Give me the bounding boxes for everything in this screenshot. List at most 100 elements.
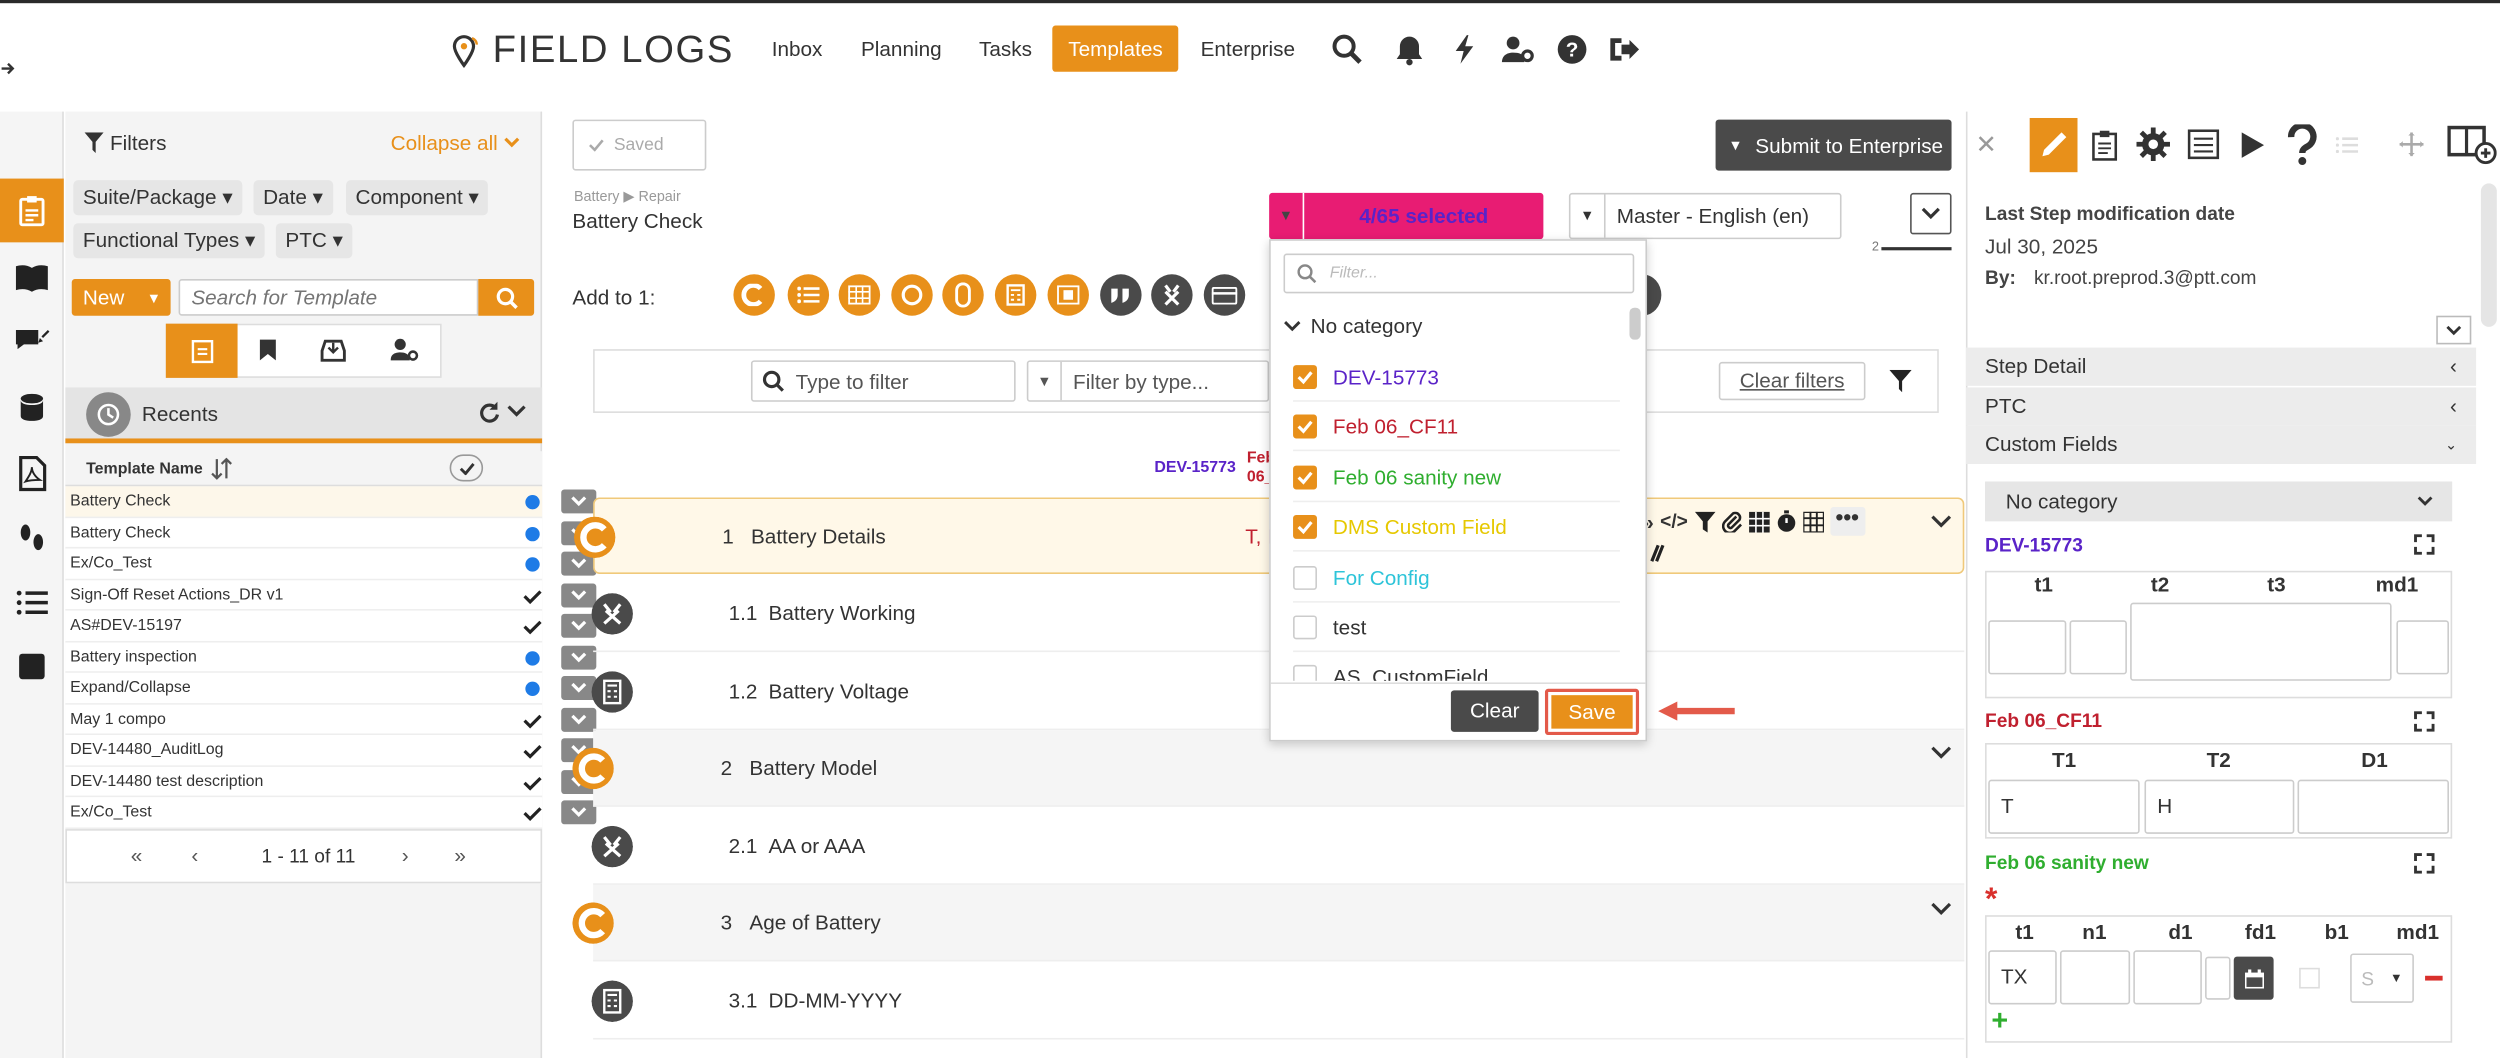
rail-book-icon[interactable] [13,258,51,296]
tab-templates[interactable] [165,323,238,378]
cf-sanity-d1-input[interactable] [2133,950,2202,1005]
question-icon[interactable] [2286,124,2318,166]
cf-sanity-b1-checkbox[interactable] [2299,967,2320,989]
search-icon[interactable] [1330,32,1365,67]
table-chip-icon[interactable] [838,274,881,316]
next-page-button[interactable]: › [402,843,409,867]
lightning-icon[interactable] [1448,32,1483,67]
row-menu-button[interactable] [561,489,597,514]
right-scrollbar[interactable] [2480,183,2497,327]
table-row[interactable]: Sign-Off Reset Actions_DR v1 [65,579,597,611]
first-page-button[interactable]: « [131,843,143,867]
tab-edit[interactable] [2029,117,2078,173]
step-row[interactable]: 3 Age of Battery [572,884,1965,962]
row-menu-button[interactable] [561,644,597,669]
submit-enterprise-button[interactable]: ▼ Submit to Enterprise [1715,119,1952,171]
expand-header-button[interactable] [1910,192,1952,235]
type-select[interactable]: ▼ Filter by type... [1026,360,1270,402]
cf-sanity-n1-input[interactable] [2059,950,2131,1005]
option-dev-15773[interactable]: DEV-15773 [1293,352,1620,402]
nav-inbox[interactable]: Inbox [756,26,839,72]
checkbox[interactable] [1293,465,1317,490]
section-step-detail[interactable]: Step Detail ‹ [1965,347,2477,386]
rail-square-icon[interactable] [13,647,51,685]
table-row[interactable]: May 1 compo [65,703,597,736]
nav-enterprise[interactable]: Enterprise [1185,26,1311,72]
nav-tasks[interactable]: Tasks [963,26,1048,72]
add-row-icon[interactable]: + [1991,1004,2008,1037]
cf-dev-t1-input[interactable] [1988,620,2067,675]
app-logo[interactable]: FIELD LOGS [451,29,734,74]
code-icon[interactable]: </> [1660,510,1688,532]
logout-icon[interactable] [1606,32,1641,67]
paperclip-icon[interactable] [1721,511,1742,532]
table-row[interactable]: Ex/Co_Test [65,548,597,580]
media-chip-icon[interactable] [1047,274,1089,316]
option-feb-06-sanity-new[interactable]: Feb 06 sanity new [1293,452,1620,502]
cf-feb-d1-input[interactable] [2297,779,2449,834]
user-cog-icon[interactable] [390,338,420,362]
section-custom-fields[interactable]: Custom Fields ⌄ [1965,425,2477,464]
save-button[interactable]: Save [1551,695,1633,729]
grid-icon[interactable] [1748,511,1770,532]
calc-chip-icon[interactable] [994,274,1037,316]
dropdown-filter-input[interactable]: Filter... [1283,253,1635,294]
table-row[interactable]: Ex/Co_Test [65,797,597,829]
cf-dev-t2-input[interactable] [2069,620,2127,675]
crumb-battery[interactable]: Battery [574,188,619,204]
recents-header[interactable] [65,387,543,444]
cf-sanity-t1-input[interactable]: TX [1988,950,2057,1005]
table-row[interactable]: AS#DEV-15197 [65,610,597,642]
table-row[interactable]: Battery inspection [65,641,597,673]
checklist-icon[interactable] [2187,129,2220,160]
collapse-all-link[interactable]: Collapse all [391,131,520,155]
panel-add-icon[interactable] [2447,124,2497,165]
rail-footsteps-icon[interactable] [13,520,51,558]
gear-icon[interactable] [2136,127,2170,162]
group-chip-icon[interactable] [733,274,775,316]
functional-types-filter[interactable]: Functional Types ▾ [73,223,265,259]
collapse-meta-button[interactable] [2436,315,2472,345]
step-row[interactable]: 2 Battery Model [572,730,1965,807]
cf-dev-t3-textarea[interactable] [2130,602,2392,681]
checkbox[interactable] [1293,415,1317,440]
rail-comments-icon[interactable] [13,324,51,362]
row-menu-button[interactable] [561,582,597,607]
checkbox[interactable] [1293,515,1317,540]
circle-chip-icon[interactable] [891,274,933,316]
step-row[interactable]: 2.1 AA or AAA [591,808,1965,885]
category-header[interactable]: No category [1283,314,1422,338]
close-icon[interactable]: ✕ [1975,129,1996,161]
ptc-filter[interactable]: PTC ▾ [275,223,353,259]
more-icon[interactable]: ••• [1829,505,1865,536]
rail-list-icon[interactable] [13,584,51,622]
cf-sanity-fd1-input[interactable] [2205,956,2231,1000]
calendar-button[interactable] [2233,956,2274,1000]
option-dms-custom-field[interactable]: DMS Custom Field [1293,503,1620,552]
quote-chip-icon[interactable] [1100,274,1142,316]
inbox-download-icon[interactable] [320,338,346,362]
template-search-input[interactable] [178,279,479,316]
table-row[interactable]: DEV-14480_AuditLog [65,735,597,767]
expand-icon[interactable] [2414,853,2435,874]
chevron-down-icon[interactable] [1931,746,1952,760]
row-menu-button[interactable] [561,800,597,825]
checkbox[interactable] [1293,365,1317,390]
table-row[interactable]: Battery Check [65,517,597,549]
cf-dev-md1-input[interactable] [2396,620,2449,675]
move-icon[interactable] [2399,132,2424,157]
table-row[interactable]: DEV-14480 test description [65,766,597,798]
clear-filters-button[interactable]: Clear filters [1718,361,1866,401]
crumb-repair[interactable]: Repair [638,188,680,204]
suite-package-filter[interactable]: Suite/Package ▾ [73,180,243,216]
slash-icon[interactable] [1647,544,1666,563]
cf-sanity-md1-select[interactable]: S ▼ [2350,953,2414,1003]
chevron-down-icon[interactable] [1931,515,1952,529]
checkbox[interactable] [1293,615,1317,640]
saved-button[interactable]: Saved [572,119,707,171]
bookmark-icon[interactable] [258,338,277,362]
cf-feb-t1-input[interactable]: T [1988,779,2140,834]
user-settings-icon[interactable] [1500,32,1535,67]
prev-page-button[interactable]: ‹ [191,843,198,867]
rail-templates-icon[interactable] [0,178,64,243]
